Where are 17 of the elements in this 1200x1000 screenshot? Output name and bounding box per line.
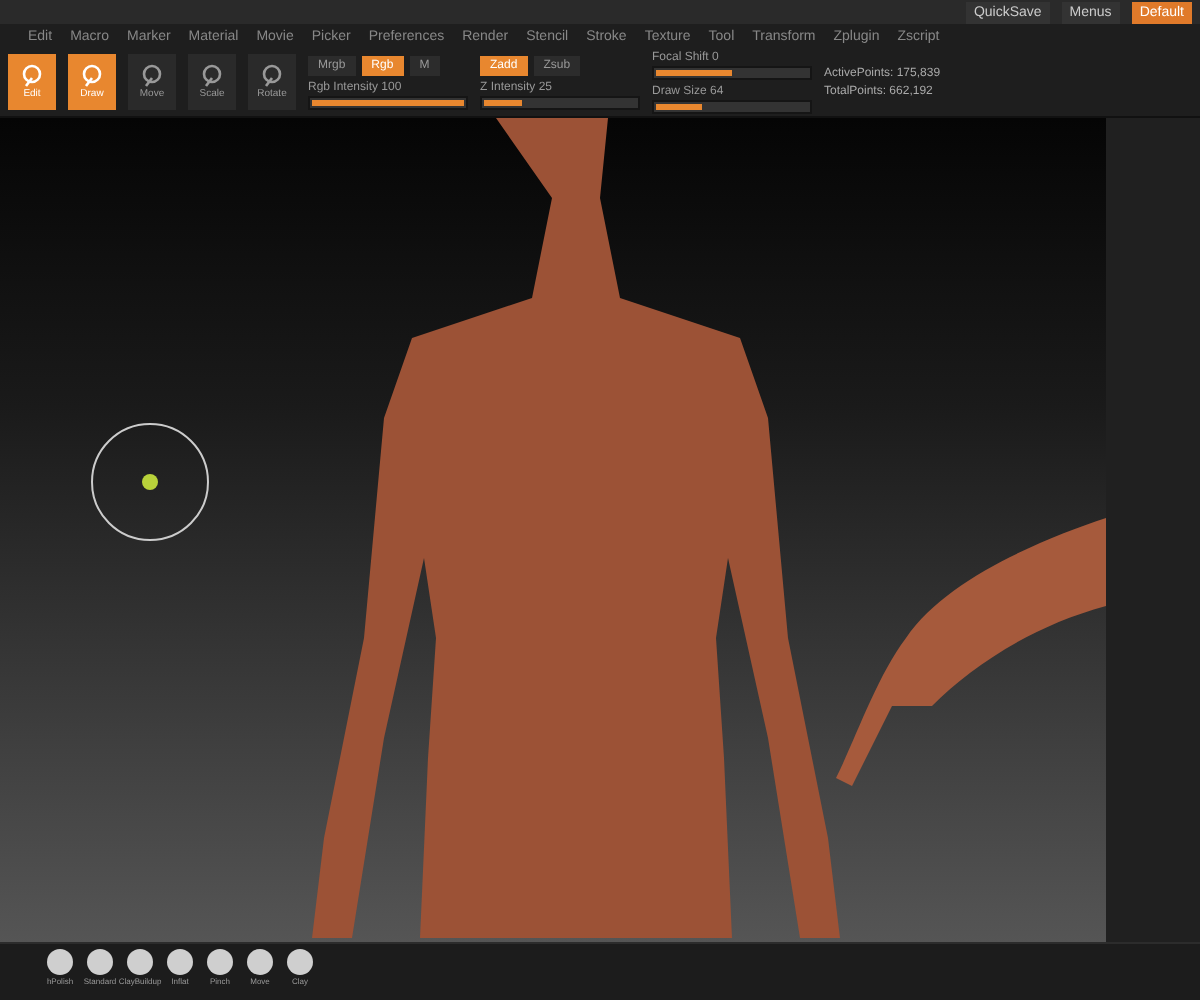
brush-cursor-icon — [91, 423, 209, 541]
brush-sphere-icon[interactable] — [206, 948, 234, 976]
brush-sphere-icon[interactable] — [86, 948, 114, 976]
slider-track[interactable] — [480, 95, 640, 109]
brush-sphere-icon[interactable] — [286, 948, 314, 976]
brush-sphere-icon[interactable] — [246, 948, 274, 976]
slider-track[interactable] — [652, 99, 812, 113]
brush-sphere-icon[interactable] — [126, 948, 154, 976]
brush-sphere-icon[interactable] — [46, 948, 74, 976]
brush-icon — [80, 64, 104, 88]
brush-icon — [200, 64, 224, 88]
brush-icon — [260, 64, 284, 88]
brush-icon — [140, 64, 164, 88]
brush-icon — [20, 64, 44, 88]
brush-sphere-icon[interactable] — [166, 948, 194, 976]
slider-track[interactable] — [652, 65, 812, 79]
slider-track[interactable] — [308, 95, 468, 109]
